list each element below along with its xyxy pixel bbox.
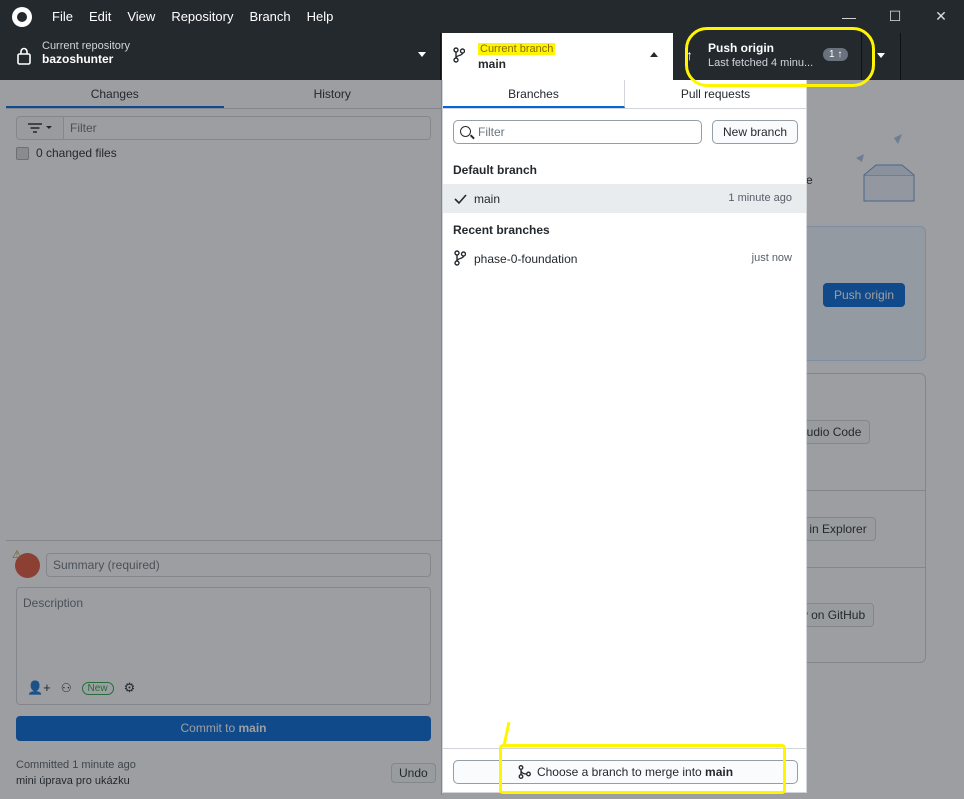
title-bar: File Edit View Repository Branch Help — … <box>0 0 964 33</box>
repository-name: bazoshunter <box>42 52 114 66</box>
menu-help[interactable]: Help <box>299 9 342 24</box>
menu-repository[interactable]: Repository <box>163 9 241 24</box>
push-title: Push origin <box>708 41 774 55</box>
chevron-down-icon <box>418 52 426 57</box>
branch-filter-input[interactable]: Filter <box>453 120 702 144</box>
github-logo-icon <box>12 6 32 27</box>
dropdown-footer: Choose a branch to merge into main <box>443 748 806 793</box>
minimize-button[interactable]: — <box>826 0 872 33</box>
close-button[interactable]: ✕ <box>918 0 964 33</box>
merge-button-branch: main <box>705 765 734 779</box>
branch-label: Current branch <box>478 43 556 55</box>
branch-item-name: phase-0-foundation <box>474 252 578 266</box>
merge-branch-button[interactable]: Choose a branch to merge into main <box>453 760 798 784</box>
branch-icon <box>453 47 465 63</box>
branch-item-time: 1 minute ago <box>728 192 792 204</box>
branch-dropdown: Branches Pull requests Filter New branch… <box>442 80 807 793</box>
new-branch-button[interactable]: New branch <box>712 120 799 144</box>
arrow-up-icon: ↑ <box>686 47 693 63</box>
menu-edit[interactable]: Edit <box>81 9 119 24</box>
menu-view[interactable]: View <box>119 9 163 24</box>
branch-icon <box>454 250 466 266</box>
ahead-count-badge: 1 ↑ <box>823 48 849 61</box>
window-controls: — ☐ ✕ <box>826 0 964 33</box>
branch-item-time: just now <box>751 252 792 264</box>
search-icon <box>460 126 471 137</box>
tab-pull-requests[interactable]: Pull requests <box>625 80 806 108</box>
merge-icon <box>518 765 531 779</box>
menu-file[interactable]: File <box>44 9 81 24</box>
branch-item-name: main <box>474 192 501 206</box>
maximize-button[interactable]: ☐ <box>872 0 918 33</box>
push-subtitle: Last fetched 4 minu... <box>708 57 814 69</box>
tab-branches[interactable]: Branches <box>443 80 625 108</box>
github-desktop-window: File Edit View Repository Branch Help — … <box>0 0 964 799</box>
branch-item-main[interactable]: main 1 minute ago <box>443 184 806 213</box>
recent-branches-heading: Recent branches <box>453 223 550 237</box>
current-branch-button[interactable]: Current branch main <box>442 33 673 80</box>
dropdown-tabs: Branches Pull requests <box>443 80 806 109</box>
repository-label: Current repository <box>42 40 131 52</box>
default-branch-heading: Default branch <box>453 163 538 177</box>
menu-branch[interactable]: Branch <box>241 9 298 24</box>
toolbar: Current repository bazoshunter Current b… <box>0 33 964 80</box>
chevron-up-icon <box>650 52 658 57</box>
current-repository-button[interactable]: Current repository bazoshunter <box>0 33 441 80</box>
check-icon <box>454 194 467 205</box>
merge-button-prefix: Choose a branch to merge into <box>536 765 706 779</box>
branch-filter-placeholder: Filter <box>478 125 505 139</box>
chevron-down-icon <box>877 53 885 58</box>
push-origin-button[interactable]: ↑ Push origin Last fetched 4 minu... 1 ↑ <box>674 33 862 80</box>
branch-name: main <box>478 57 507 71</box>
push-options-dropdown[interactable] <box>863 33 901 80</box>
lock-icon <box>17 47 31 65</box>
branch-item-phase-0-foundation[interactable]: phase-0-foundation just now <box>443 244 806 273</box>
